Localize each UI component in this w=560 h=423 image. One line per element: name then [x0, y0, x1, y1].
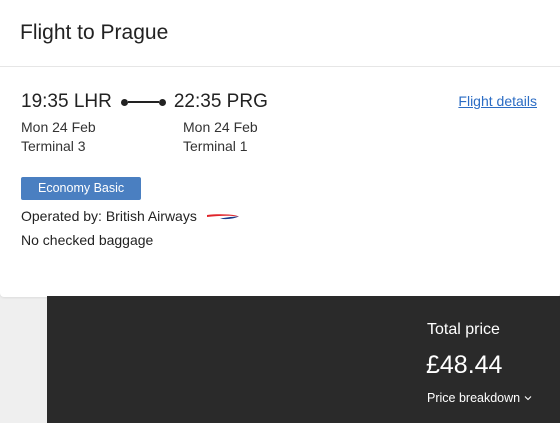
flight-details-link[interactable]: Flight details: [458, 93, 537, 109]
departure-terminal: Terminal 3: [21, 138, 86, 154]
departure-time-airport: 19:35 LHR: [21, 91, 112, 112]
chevron-down-icon: [524, 396, 532, 401]
departure-info: Mon 24 Feb Terminal 3: [21, 118, 96, 156]
price-breakdown-toggle[interactable]: Price breakdown: [427, 391, 532, 405]
arrival-time-airport: 22:35 PRG: [173, 91, 268, 112]
price-breakdown-label: Price breakdown: [427, 391, 521, 405]
flight-times: 19:35 LHR 22:35 PRG: [21, 91, 268, 113]
price-panel: Total price £48.44 Price breakdown: [47, 296, 560, 423]
route-connector-icon: [120, 98, 166, 106]
operated-by: Operated by: British Airways: [21, 208, 240, 224]
british-airways-logo-icon: [206, 214, 239, 220]
operated-by-text: Operated by: British Airways: [21, 208, 197, 224]
flight-card: Flight to Prague 19:35 LHR 22:35 PRG Mon…: [0, 0, 560, 297]
fare-type-badge: Economy Basic: [21, 177, 142, 200]
total-price-label: Total price: [427, 321, 500, 338]
total-price-value: £48.44: [426, 351, 503, 379]
departure-date: Mon 24 Feb: [21, 119, 96, 135]
arrival-terminal: Terminal 1: [183, 138, 248, 154]
card-title: Flight to Prague: [20, 21, 169, 44]
arrival-info: Mon 24 Feb Terminal 1: [183, 118, 258, 156]
baggage-info: No checked baggage: [21, 232, 154, 248]
arrival-date: Mon 24 Feb: [183, 119, 258, 135]
card-header: Flight to Prague: [0, 0, 560, 67]
